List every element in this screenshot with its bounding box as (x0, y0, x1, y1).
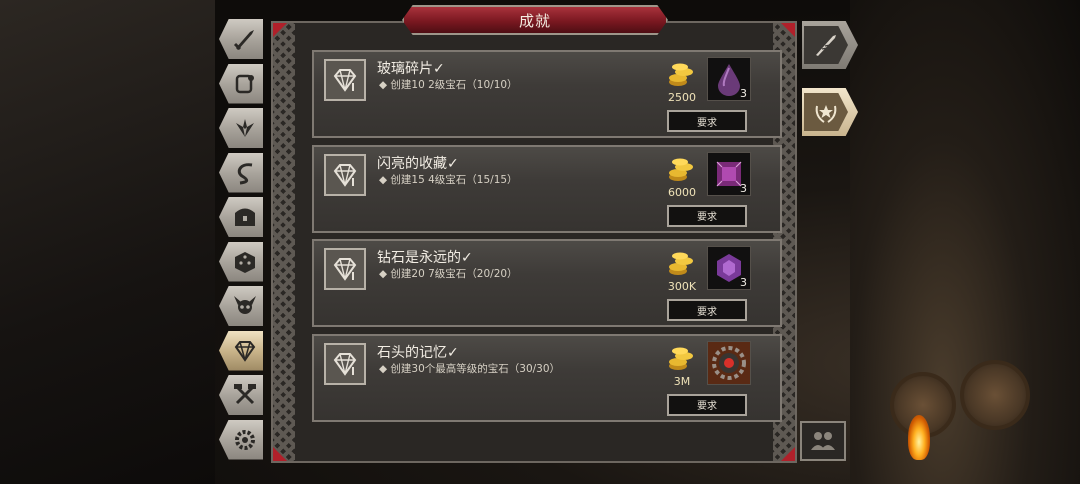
tab-horned-skull[interactable] (219, 286, 263, 326)
scroll-icon (235, 74, 254, 93)
claim-button[interactable]: 要求 (667, 299, 747, 321)
quill-icon (816, 35, 836, 56)
claim-button[interactable]: 要求 (667, 204, 747, 227)
gold-amount: 3M (673, 374, 691, 388)
tab-weapon[interactable] (219, 19, 263, 59)
achievement-title: 闪亮的收藏✓ (377, 155, 459, 172)
horned-skull-icon (234, 296, 256, 314)
barrel (960, 360, 1030, 430)
achievement-description: ◆ 创建10 2级宝石（10/10） (379, 79, 518, 91)
achievement-description: ◆ 创建15 4级宝石（15/15） (379, 173, 518, 186)
achievement-title: 石头的记忆✓ (377, 344, 459, 361)
achievement-card: 玻璃碎片✓ ◆ 创建10 2级宝石（10/10） 2500 3 要求 (312, 50, 782, 138)
claim-button[interactable]: 要求 (667, 393, 747, 416)
achievement-gem-icon (324, 248, 366, 290)
achievements-button-face (804, 93, 848, 131)
chain-border-left (273, 23, 295, 461)
cog-amulet-icon (712, 345, 746, 380)
achievement-card: 闪亮的收藏✓ ◆ 创建15 4级宝石（15/15） 6000 3 要求 (312, 144, 782, 233)
reward-quantity: 3 (740, 181, 747, 195)
dice-icon (235, 251, 255, 273)
achievement-list: 玻璃碎片✓ ◆ 创建10 2级宝石（10/10） 2500 3 要求 闪亮的收藏… (312, 50, 782, 428)
achievement-card: 钻石是永远的✓ ◆ 创建20 7级宝石（20/20） 300K 3 要求 (312, 239, 782, 327)
hammers-icon (234, 384, 256, 405)
tab-whip[interactable] (219, 152, 263, 193)
tab-settings[interactable] (219, 419, 263, 460)
achievement-gem-icon (324, 59, 366, 101)
gold-coins-icon (669, 252, 693, 275)
chest-icon (235, 208, 255, 226)
gold-coins-icon (669, 63, 693, 86)
reward-quantity: 3 (740, 87, 747, 100)
achievement-gem-icon (324, 153, 366, 196)
tab-crafting[interactable] (219, 375, 263, 415)
wings-icon (236, 119, 254, 137)
panel-title: 成就 (518, 11, 551, 30)
category-tabs (219, 19, 267, 464)
achievement-card: 石头的记忆✓ ◆ 创建30个最高等级的宝石（30/30） 3M 要求 (312, 333, 782, 422)
gold-amount: 2500 (668, 91, 696, 104)
torch-flame (908, 415, 930, 460)
tab-dice[interactable] (219, 241, 263, 282)
quill-button-face (804, 26, 848, 64)
achievement-description: ◆ 创建20 7级宝石（20/20） (379, 268, 518, 280)
tab-gems[interactable] (219, 330, 263, 371)
weapon-icon (233, 30, 254, 51)
reward-quantity: 3 (740, 276, 747, 289)
laurel-star-icon (815, 105, 837, 123)
whip-icon (237, 162, 253, 184)
achievement-description: ◆ 创建30个最高等级的宝石（30/30） (379, 362, 561, 375)
reward-item-slot[interactable] (707, 340, 751, 385)
gold-amount: 300K (667, 280, 697, 293)
friends-button[interactable] (800, 421, 846, 461)
tab-wings[interactable] (219, 108, 263, 148)
gold-coins-icon (669, 347, 693, 370)
achievement-gem-icon (324, 342, 366, 385)
tab-scroll[interactable] (219, 63, 263, 104)
achievement-title: 钻石是永远的✓ (377, 250, 473, 266)
achievement-title: 玻璃碎片✓ (377, 61, 445, 77)
gear-icon (235, 429, 255, 450)
panel-title-bar: 成就 (402, 5, 668, 35)
gem-icon (234, 340, 256, 362)
tab-chest[interactable] (219, 197, 263, 237)
gold-coins-icon (669, 158, 693, 181)
claim-button[interactable]: 要求 (667, 110, 747, 132)
friends-icon (811, 432, 835, 450)
gold-amount: 6000 (668, 185, 696, 199)
background-left (0, 0, 215, 484)
